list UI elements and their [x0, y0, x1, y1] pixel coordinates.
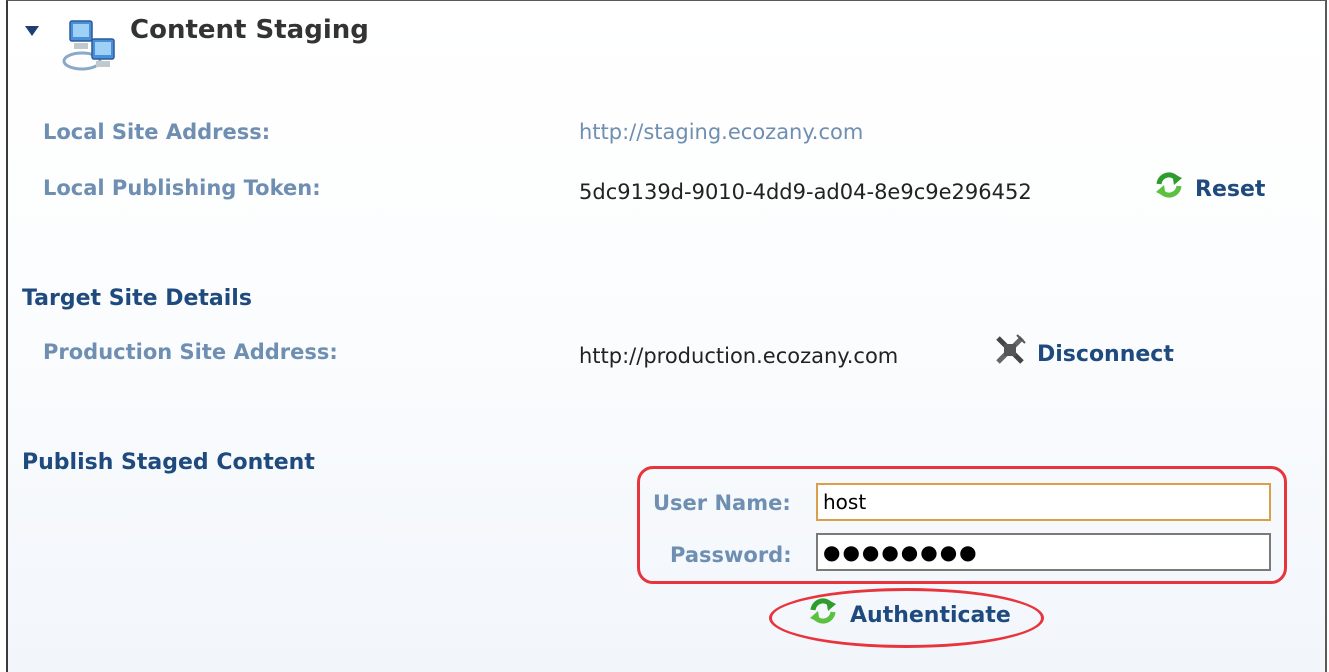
authenticate-button[interactable]: Authenticate: [808, 595, 1023, 635]
reset-label[interactable]: Reset: [1195, 177, 1265, 202]
password-label: Password:: [670, 543, 792, 567]
panel-title: Content Staging: [130, 15, 369, 45]
disconnect-button[interactable]: Disconnect: [993, 333, 1183, 373]
production-site-address-value: http://production.ecozany.com: [579, 344, 899, 368]
reset-button[interactable]: Reset: [1154, 169, 1272, 209]
username-input[interactable]: [816, 483, 1271, 521]
disconnect-label[interactable]: Disconnect: [1037, 342, 1174, 367]
password-input[interactable]: ●●●●●●●●: [816, 533, 1271, 571]
refresh-icon: [810, 598, 836, 624]
production-site-address-label: Production Site Address:: [43, 340, 338, 364]
network-computers-icon: [62, 20, 115, 71]
local-publishing-token-value: 5dc9139d-9010-4dd9-ad04-8e9c9e296452: [579, 180, 1032, 204]
authenticate-label[interactable]: Authenticate: [850, 603, 1011, 628]
content-staging-panel: Content Staging Local Site Address: http…: [6, 0, 1327, 672]
collapse-triangle-icon[interactable]: [24, 25, 40, 37]
publish-staged-content-heading: Publish Staged Content: [22, 450, 315, 475]
local-publishing-token-label: Local Publishing Token:: [43, 176, 321, 200]
local-site-address-value: http://staging.ecozany.com: [579, 120, 864, 144]
username-label: User Name:: [653, 491, 791, 515]
local-site-address-label: Local Site Address:: [43, 120, 271, 144]
target-site-details-heading: Target Site Details: [22, 286, 252, 311]
refresh-icon: [1156, 172, 1182, 198]
unplug-icon: [996, 334, 1026, 364]
